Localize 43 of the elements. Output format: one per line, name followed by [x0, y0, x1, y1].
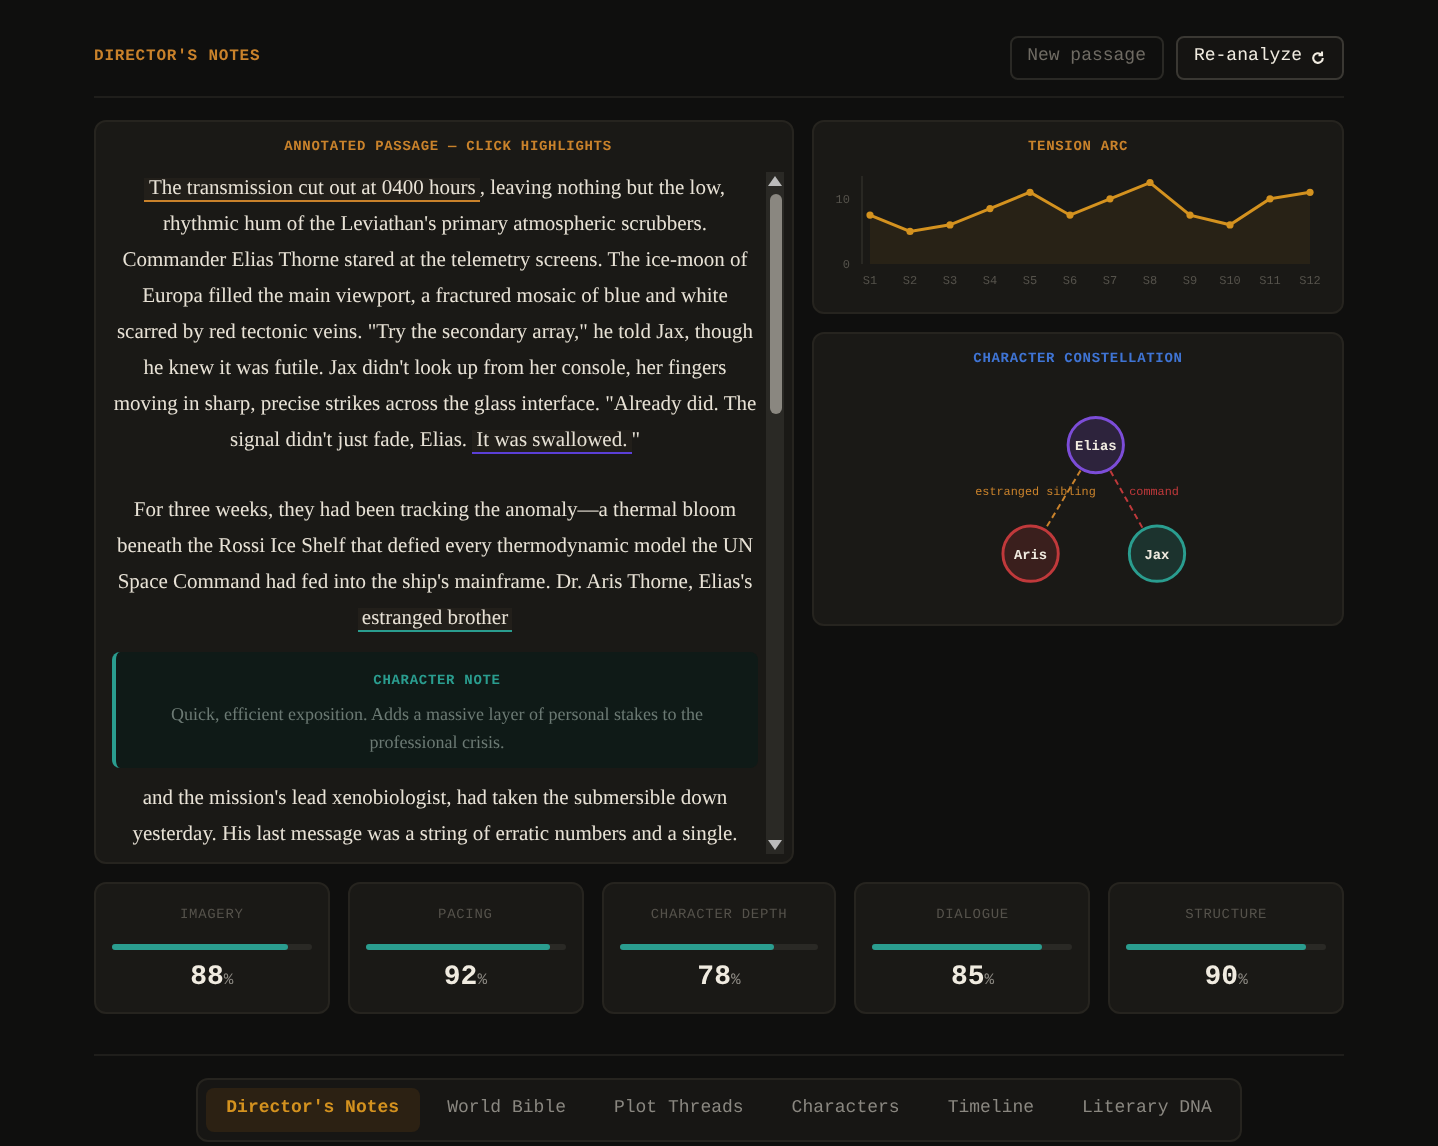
scrollbar[interactable]	[766, 171, 784, 853]
data-point	[1106, 194, 1114, 202]
metric-unit: %	[477, 970, 487, 994]
scrollbar-thumb[interactable]	[769, 193, 781, 413]
metric-unit: %	[730, 970, 741, 994]
metric-value: 88	[190, 960, 224, 998]
tab[interactable]: Literary DNA	[1062, 1087, 1232, 1131]
passage-paragraph: and the mission's lead xenobiologist, had taken the submersible down yesterday. His last message was a string of erratic numbers and a single.	[130, 785, 740, 849]
metric-value: 78	[697, 960, 731, 998]
metric-value: 92	[443, 960, 478, 998]
data-point	[1266, 194, 1274, 202]
tab[interactable]: Timeline	[927, 1087, 1055, 1131]
data-point	[986, 204, 994, 212]
tab[interactable]: World Bible	[427, 1087, 586, 1131]
tab[interactable]: Plot Threads	[593, 1087, 764, 1131]
tab[interactable]: Director's Notes	[206, 1087, 420, 1131]
data-point	[1026, 187, 1034, 195]
data-point	[946, 220, 954, 228]
scroll-up-icon[interactable]	[768, 175, 782, 185]
metric-unit: %	[1238, 970, 1248, 994]
tab[interactable]: Characters	[771, 1087, 920, 1131]
data-point	[1146, 177, 1154, 186]
annotation-highlight[interactable]: estranged brother	[357, 607, 513, 631]
note-text: Quick, efficient exposition. Adds a massive layer of personal stakes to the professional crisis.	[168, 701, 706, 755]
new-passage-button[interactable]: New passage	[1009, 36, 1164, 80]
annotation-highlight[interactable]: The transmission cut out at 0400 hours	[144, 177, 480, 201]
page-title: DIRECTOR'S NOTES	[94, 46, 261, 70]
annotation-highlight[interactable]: It was swallowed.	[472, 429, 632, 453]
data-point	[1306, 187, 1314, 195]
passage-paragraph: The transmission cut out at 0400 hours , leaving nothing but the low, rhythmic hum of the Leviathan's primary atmospheric scrubbers. Commander Elias Thorne stared at the telemetry screens. The ice-moon of Europa filled the main viewport, a fractured mosaic of blue and white scarred by red tectonic veins. "Try the secondary array," he told Jax, though he knew it was futile. Jax didn't look up from her console, her fingers moving in sharp, precise strikes across the glass interface. "Already did. The signal didn't just fade, Elias. It was swallowed. "	[112, 175, 758, 457]
data-point	[906, 226, 914, 234]
data-point	[1226, 220, 1234, 228]
metric-unit: %	[223, 970, 234, 994]
refresh-icon	[1310, 50, 1326, 66]
data-point	[1186, 210, 1194, 218]
scroll-down-icon[interactable]	[768, 839, 782, 849]
reanalyze-button[interactable]: Re-analyze	[1175, 36, 1344, 80]
data-point	[866, 210, 874, 218]
passage-paragraph: For three weeks, they had been tracking the anomaly—a thermal bloom beneath the Rossi Ice Shelf that defied every thermodynamic model the UN Space Command had fed into the ship's mainframe. Dr. Aris Thorne, Elias's estranged brother	[114, 497, 756, 635]
metric-value: 85	[950, 960, 985, 998]
metric-value: 90	[1204, 960, 1239, 998]
data-point	[1066, 210, 1074, 218]
metric-unit: %	[984, 970, 995, 994]
